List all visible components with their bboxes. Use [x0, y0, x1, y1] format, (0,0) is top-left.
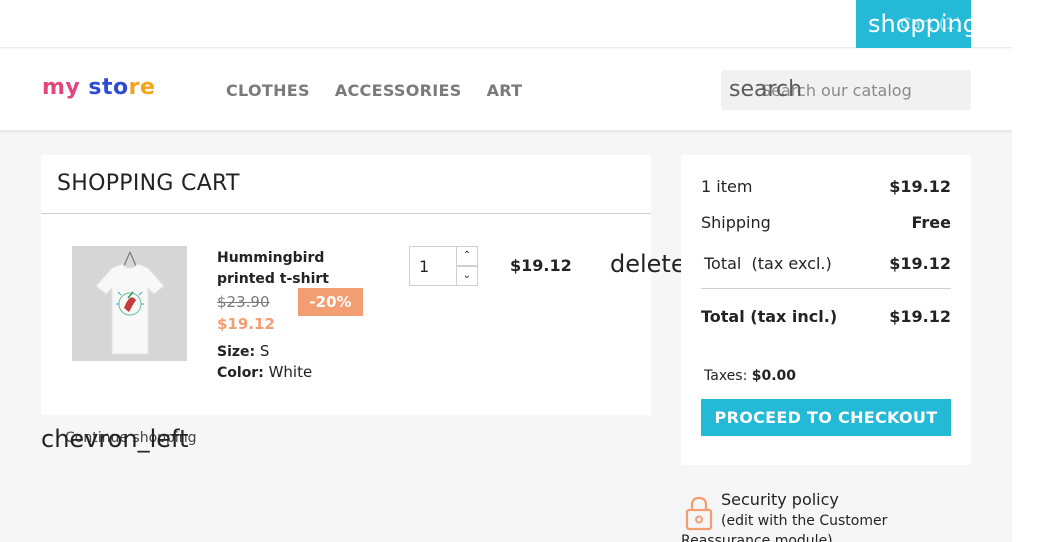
site-header: my store Clothes Accessories Art search — [0, 49, 1012, 130]
product-image[interactable] — [72, 246, 187, 361]
cart-title: SHOPPING CART — [57, 171, 240, 196]
cart-panel: SHOPPING CART Hummingbird printed t-shir… — [41, 155, 686, 415]
summary-shipping-label: Shipping — [701, 213, 771, 232]
summary-divider — [701, 288, 951, 289]
main-nav: Clothes Accessories Art — [226, 81, 522, 100]
tshirt-image — [72, 246, 187, 361]
product-new-price: $19.12 — [217, 315, 275, 333]
summary-total-excl-label: Total (tax excl.) — [704, 254, 832, 273]
search-box: search — [721, 70, 971, 110]
store-logo[interactable]: my store — [42, 73, 155, 103]
taxes-value: $0.00 — [751, 368, 797, 384]
summary-total-incl-label: Total (tax incl.) — [701, 307, 838, 326]
discount-badge: -20% — [298, 288, 363, 316]
quantity-increase-icon[interactable]: ⌃ — [456, 246, 478, 266]
cart-widget[interactable]: shopping_cart Cart (1) — [856, 0, 1012, 48]
line-total: $19.12 — [510, 256, 572, 275]
nav-item-accessories[interactable]: Accessories — [335, 81, 462, 100]
size-label: Size: — [217, 344, 256, 360]
cart-summary: 1 item $19.12 Shipping Free Total (tax e… — [681, 155, 971, 465]
continue-shopping-label: Continue shopping — [65, 430, 197, 446]
summary-total-incl-row: Total (tax incl.) $19.12 — [701, 307, 951, 326]
summary-shipping-row: Shipping Free — [701, 213, 951, 232]
reassurance-description: (edit with the Customer Reassurance modu… — [681, 513, 888, 542]
product-name-link[interactable]: Hummingbird printed t-shirt — [217, 248, 357, 290]
logo-part-2: sto — [80, 75, 129, 100]
logo-part-3: re — [128, 75, 156, 100]
product-size: Size: S — [217, 342, 269, 360]
taxes-label: Taxes: — [704, 368, 748, 384]
summary-items-label: 1 item — [701, 177, 753, 196]
summary-total-incl-value: $19.12 — [889, 307, 951, 326]
nav-item-art[interactable]: Art — [487, 81, 523, 100]
quantity-stepper: ⌃ ⌄ — [409, 246, 478, 286]
search-icon[interactable]: search — [729, 77, 802, 103]
summary-total-excl-row: Total (tax excl.) $19.12 — [701, 254, 951, 273]
nav-item-clothes[interactable]: Clothes — [226, 81, 310, 100]
quantity-input[interactable] — [409, 246, 457, 286]
size-value: S — [259, 342, 270, 360]
summary-taxes: Taxes: $0.00 — [704, 368, 796, 384]
cart-divider — [41, 213, 651, 214]
summary-items-value: $19.12 — [889, 177, 951, 196]
page: shopping_cart Cart (1) my store Clothes … — [0, 0, 1012, 542]
top-bar: shopping_cart Cart (1) — [0, 0, 1012, 48]
color-label: Color: — [217, 365, 264, 381]
reassurance-title: Security policy — [721, 490, 839, 509]
delete-icon[interactable]: delete — [610, 249, 686, 279]
color-value: White — [268, 363, 313, 381]
product-old-price: $23.90 — [217, 293, 270, 311]
summary-total-excl-value: $19.12 — [889, 254, 951, 273]
proceed-to-checkout-button[interactable]: Proceed to checkout — [701, 399, 951, 436]
quantity-decrease-icon[interactable]: ⌄ — [456, 266, 478, 286]
summary-shipping-value: Free — [911, 213, 952, 232]
logo-part-1: my — [42, 75, 81, 100]
cart-count-label: Cart (1) — [900, 14, 962, 33]
summary-items-row: 1 item $19.12 — [701, 177, 951, 196]
reassurance-block: Security policy (edit with the Customer … — [681, 490, 981, 542]
product-color: Color: White — [217, 363, 312, 381]
